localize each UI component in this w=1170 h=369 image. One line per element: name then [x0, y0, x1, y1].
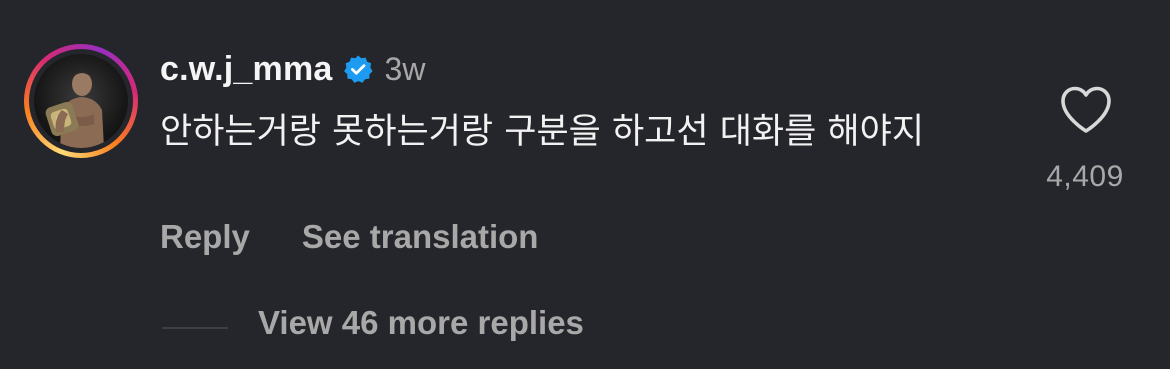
comment-actions: Reply See translation: [160, 214, 538, 260]
comment-item: c.w.j_mma 3w 안하는거랑 못하는거랑 구분을 하고선 대화를 해야지…: [0, 0, 1170, 369]
like-count: 4,409: [1046, 160, 1124, 193]
username[interactable]: c.w.j_mma: [160, 50, 333, 89]
heart-outline-icon: [1061, 86, 1111, 133]
comment-header: c.w.j_mma 3w: [160, 44, 425, 94]
like-button[interactable]: [1058, 84, 1114, 136]
avatar-image: [34, 54, 128, 148]
avatar-story-ring-gap: [29, 49, 133, 153]
reply-button[interactable]: Reply: [160, 218, 250, 256]
verified-badge-icon: [343, 54, 373, 84]
see-translation-button[interactable]: See translation: [302, 218, 539, 256]
view-more-replies-button[interactable]: View 46 more replies: [258, 304, 584, 342]
replies-divider: [162, 327, 228, 329]
comment-timestamp: 3w: [384, 50, 426, 87]
profile-photo: [45, 71, 104, 148]
avatar[interactable]: [24, 44, 138, 158]
comment-text: 안하는거랑 못하는거랑 구분을 하고선 대화를 해야지: [160, 112, 925, 152]
